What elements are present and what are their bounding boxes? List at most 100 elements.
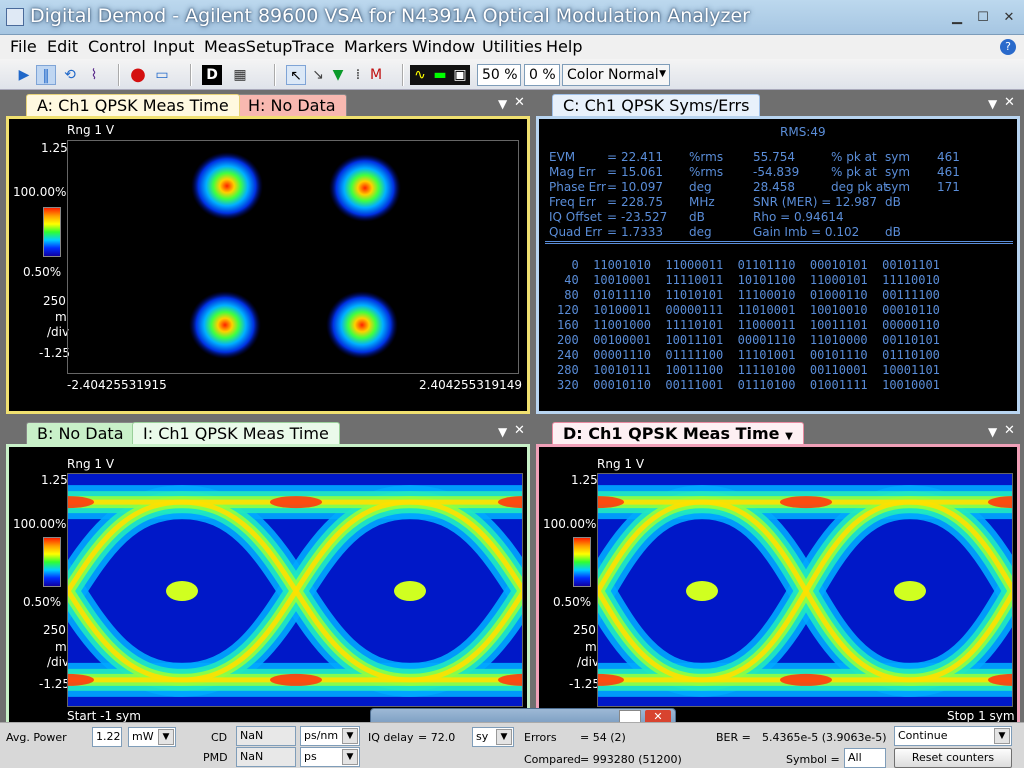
error-unit: dB [689, 210, 705, 224]
pointer-icon[interactable]: ↖ [286, 65, 306, 85]
cd-field[interactable]: NaN [236, 726, 296, 746]
marker-pair-icon[interactable]: ⁞ [348, 65, 368, 85]
menu-input[interactable]: Input [153, 37, 194, 56]
tab-i[interactable]: I: Ch1 QPSK Meas Time [132, 422, 340, 444]
marker-peak-icon[interactable]: M [366, 65, 386, 85]
cd-unit-dropdown[interactable]: ps/nm ▼ [300, 726, 360, 746]
spectrogram-icon[interactable]: ▬ [430, 65, 450, 85]
help-icon[interactable]: ? [1000, 39, 1016, 55]
close-icon[interactable]: ✕ [514, 95, 525, 110]
bits-row: 240 00001110 01111100 11101001 00101110 … [557, 348, 940, 362]
constellation-point [329, 154, 401, 222]
menu-file[interactable]: File [10, 37, 37, 56]
display-icon[interactable]: D [202, 65, 222, 85]
eye-diagram-svg [598, 474, 1012, 706]
menu-meassetup[interactable]: MeasSetup [204, 37, 292, 56]
workspace: H: No Data A: Ch1 QPSK Meas Time ▼ ✕ Rng… [0, 90, 1024, 723]
pmd-field[interactable]: NaN [236, 747, 296, 767]
x-left-label: Start -1 sym [67, 709, 141, 723]
y-top-label: 1.25 [571, 473, 598, 487]
menu-window[interactable]: Window [412, 37, 475, 56]
divider [545, 241, 1013, 244]
tab-a[interactable]: A: Ch1 QPSK Meas Time [26, 94, 240, 116]
error-val2: Rho = 0.94614 [753, 210, 844, 224]
tab-c[interactable]: C: Ch1 QPSK Syms/Errs [552, 94, 761, 116]
error-label: Mag Err [549, 165, 596, 179]
marker-icon[interactable]: ▼ [328, 65, 348, 85]
avg-power-unit-dropdown[interactable]: mW ▼ [128, 727, 176, 747]
error-unit: deg [689, 180, 712, 194]
menu-bar: File Edit Control Input MeasSetup Trace … [0, 35, 1024, 59]
minimize-button[interactable]: ▁ [946, 9, 968, 27]
error-unit2: deg pk at [831, 180, 888, 194]
eye-hotspot [780, 496, 832, 509]
y-bottom-label: -1.25 [569, 677, 601, 691]
error-eq: = [607, 165, 618, 179]
color-mode-dropdown[interactable]: Color Normal ▼ [562, 64, 670, 86]
iq-delay-unit-dropdown[interactable]: sy ▼ [472, 727, 514, 747]
playback-icon[interactable]: ▭ [152, 65, 172, 85]
chevron-down-icon[interactable]: ▼ [988, 425, 997, 439]
error-label: IQ Offset [549, 210, 602, 224]
menu-utilities[interactable]: Utilities [482, 37, 542, 56]
error-sym: sym [885, 180, 911, 194]
eye-diagram-svg [68, 474, 522, 706]
zoom-percent-field[interactable]: 50 % [477, 64, 521, 86]
tab-b[interactable]: B: No Data [26, 422, 135, 444]
zoom-pointer-icon[interactable]: ↘ [308, 65, 328, 85]
chevron-down-icon: ▼ [158, 729, 174, 745]
error-sym: sym [885, 150, 911, 164]
scale-icon[interactable]: ▣ [450, 65, 470, 85]
menu-markers[interactable]: Markers [344, 37, 408, 56]
close-icon[interactable]: ✕ [514, 423, 525, 438]
pmd-unit-dropdown[interactable]: ps ▼ [300, 747, 360, 767]
error-label: Freq Err [549, 195, 596, 209]
range-label: Rng 1 V [67, 457, 115, 471]
single-icon[interactable]: ⌇ [84, 65, 104, 85]
chevron-down-icon[interactable]: ▼ [498, 97, 507, 111]
compared-label: Compared [524, 753, 581, 766]
close-icon[interactable]: ✕ [1004, 423, 1015, 438]
error-sym: dB [885, 195, 901, 209]
close-button[interactable]: ✕ [998, 9, 1020, 27]
close-icon[interactable]: ✕ [1004, 95, 1015, 110]
error-unit: MHz [689, 195, 715, 209]
tab-d-label: D: Ch1 QPSK Meas Time [563, 424, 780, 443]
record-icon[interactable]: ● [128, 65, 148, 85]
menu-edit[interactable]: Edit [47, 37, 78, 56]
y-top-label: 1.25 [41, 141, 68, 155]
reset-counters-button[interactable]: Reset counters [894, 748, 1012, 768]
errors-value: = 54 (2) [580, 731, 626, 744]
bits-row: 160 11001000 11110101 11000011 10011101 … [557, 318, 940, 332]
run-mode-dropdown[interactable]: Continue ▼ [894, 726, 1012, 746]
avg-power-field[interactable]: 1.22 [92, 727, 122, 747]
chevron-down-icon[interactable]: ▼ [988, 97, 997, 111]
constellation-point [189, 291, 261, 359]
offset-percent-field[interactable]: 0 % [524, 64, 560, 86]
error-unit: deg [689, 225, 712, 239]
range-label: Rng 1 V [67, 123, 115, 137]
error-val2: -54.839 [753, 165, 800, 179]
colorbar-bottom-label: 0.50% [23, 265, 62, 279]
tab-d[interactable]: D: Ch1 QPSK Meas Time ▼ [552, 422, 804, 444]
ber-label: BER = [716, 731, 751, 744]
symbol-field[interactable]: All [844, 748, 886, 768]
play-icon[interactable]: ▶ [14, 65, 34, 85]
layout-grid-icon[interactable]: ▦ [230, 65, 250, 85]
colorbar-bottom-label: 0.50% [553, 595, 592, 609]
maximize-button[interactable]: ☐ [972, 9, 994, 27]
error-eq: = [607, 150, 618, 164]
spectrum-icon[interactable]: ∿ [410, 65, 430, 85]
pause-icon[interactable]: ‖ [36, 65, 56, 85]
menu-trace[interactable]: Trace [292, 37, 334, 56]
menu-control[interactable]: Control [88, 37, 146, 56]
restart-icon[interactable]: ⟲ [60, 65, 80, 85]
menu-help[interactable]: Help [546, 37, 582, 56]
scale-value: 250 [573, 623, 596, 637]
panel-a: Rng 1 V 1.25 100.00% 0.50% 250 m /div -1… [6, 116, 530, 414]
chevron-down-icon[interactable]: ▼ [498, 425, 507, 439]
tab-h[interactable]: H: No Data [237, 94, 347, 116]
error-eq: = [607, 210, 618, 224]
bits-row: 320 00010110 00111001 01110100 01001111 … [557, 378, 940, 392]
range-label: Rng 1 V [597, 457, 645, 471]
